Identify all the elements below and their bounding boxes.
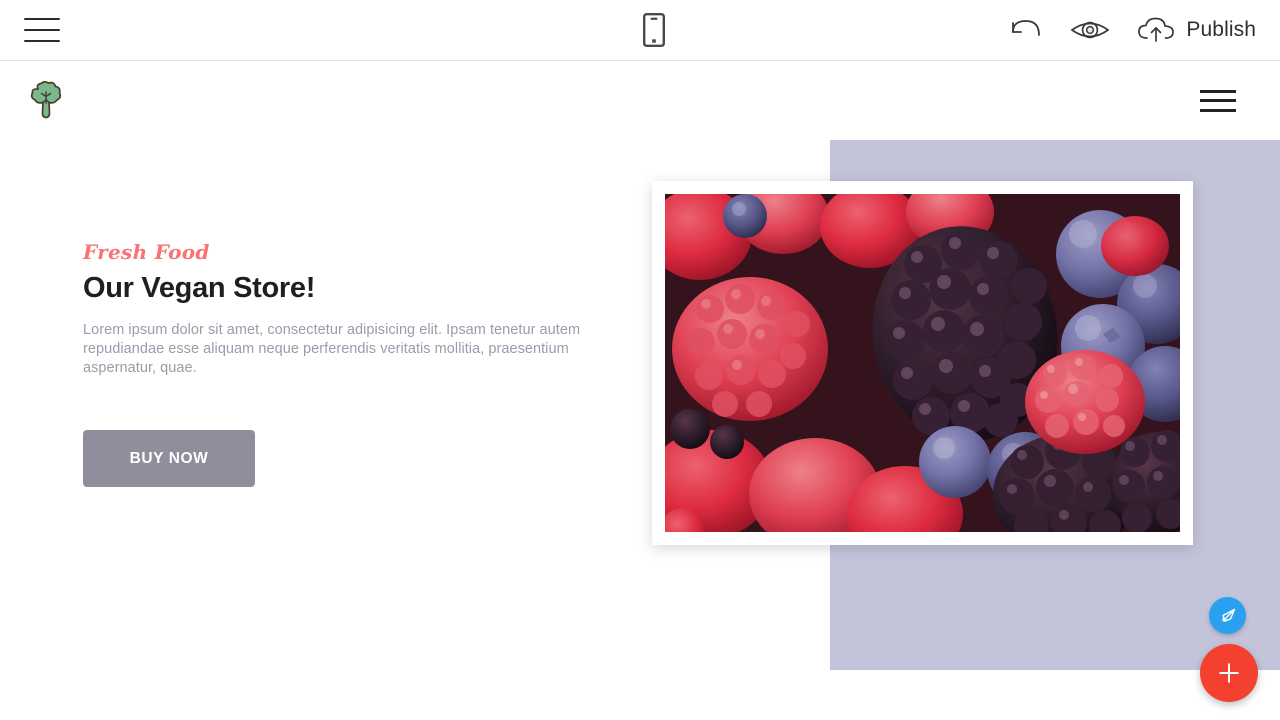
berries-illustration: [665, 194, 1180, 532]
toolbar-left-group: [0, 18, 300, 42]
site-header: [0, 61, 1280, 140]
hamburger-bar: [24, 18, 60, 20]
publish-label: Publish: [1186, 18, 1256, 41]
cloud-upload-icon: [1136, 16, 1176, 44]
site-logo[interactable]: [24, 79, 68, 123]
add-block-fab[interactable]: [1200, 644, 1258, 702]
mixed-berries-photo: [665, 194, 1180, 532]
eye-preview-icon[interactable]: [1070, 17, 1110, 43]
site-menu-icon[interactable]: [1200, 89, 1236, 112]
hero-title: Our Vegan Store!: [83, 272, 316, 304]
hamburger-bar: [1200, 89, 1236, 93]
toolbar-center-group: [300, 13, 1008, 47]
hero-section: Fresh Food Our Vegan Store! Lorem ipsum …: [0, 140, 1280, 720]
toolbar-right-group: Publish: [1008, 16, 1280, 44]
hamburger-bar: [1200, 108, 1236, 112]
hamburger-menu-icon[interactable]: [24, 18, 60, 42]
editor-toolbar: Publish: [0, 0, 1280, 61]
hero-text-block: Fresh Food Our Vegan Store! Lorem ipsum …: [83, 240, 613, 378]
buy-now-button[interactable]: BUY NOW: [83, 430, 255, 487]
hero-subtitle: Fresh Food: [83, 240, 210, 264]
publish-button[interactable]: Publish: [1136, 16, 1256, 44]
mobile-phone-icon[interactable]: [643, 13, 666, 47]
hamburger-bar: [24, 40, 60, 42]
paintbrush-icon: [1221, 608, 1235, 622]
plus-icon: [1219, 663, 1239, 683]
style-editor-fab[interactable]: [1209, 597, 1246, 634]
undo-arrow-icon[interactable]: [1008, 17, 1044, 43]
hamburger-bar: [1200, 99, 1236, 102]
hero-paragraph: Lorem ipsum dolor sit amet, consectetur …: [83, 322, 581, 376]
hero-image-card[interactable]: [652, 181, 1193, 545]
broccoli-logo-icon: [30, 80, 62, 118]
hamburger-bar: [24, 29, 60, 31]
